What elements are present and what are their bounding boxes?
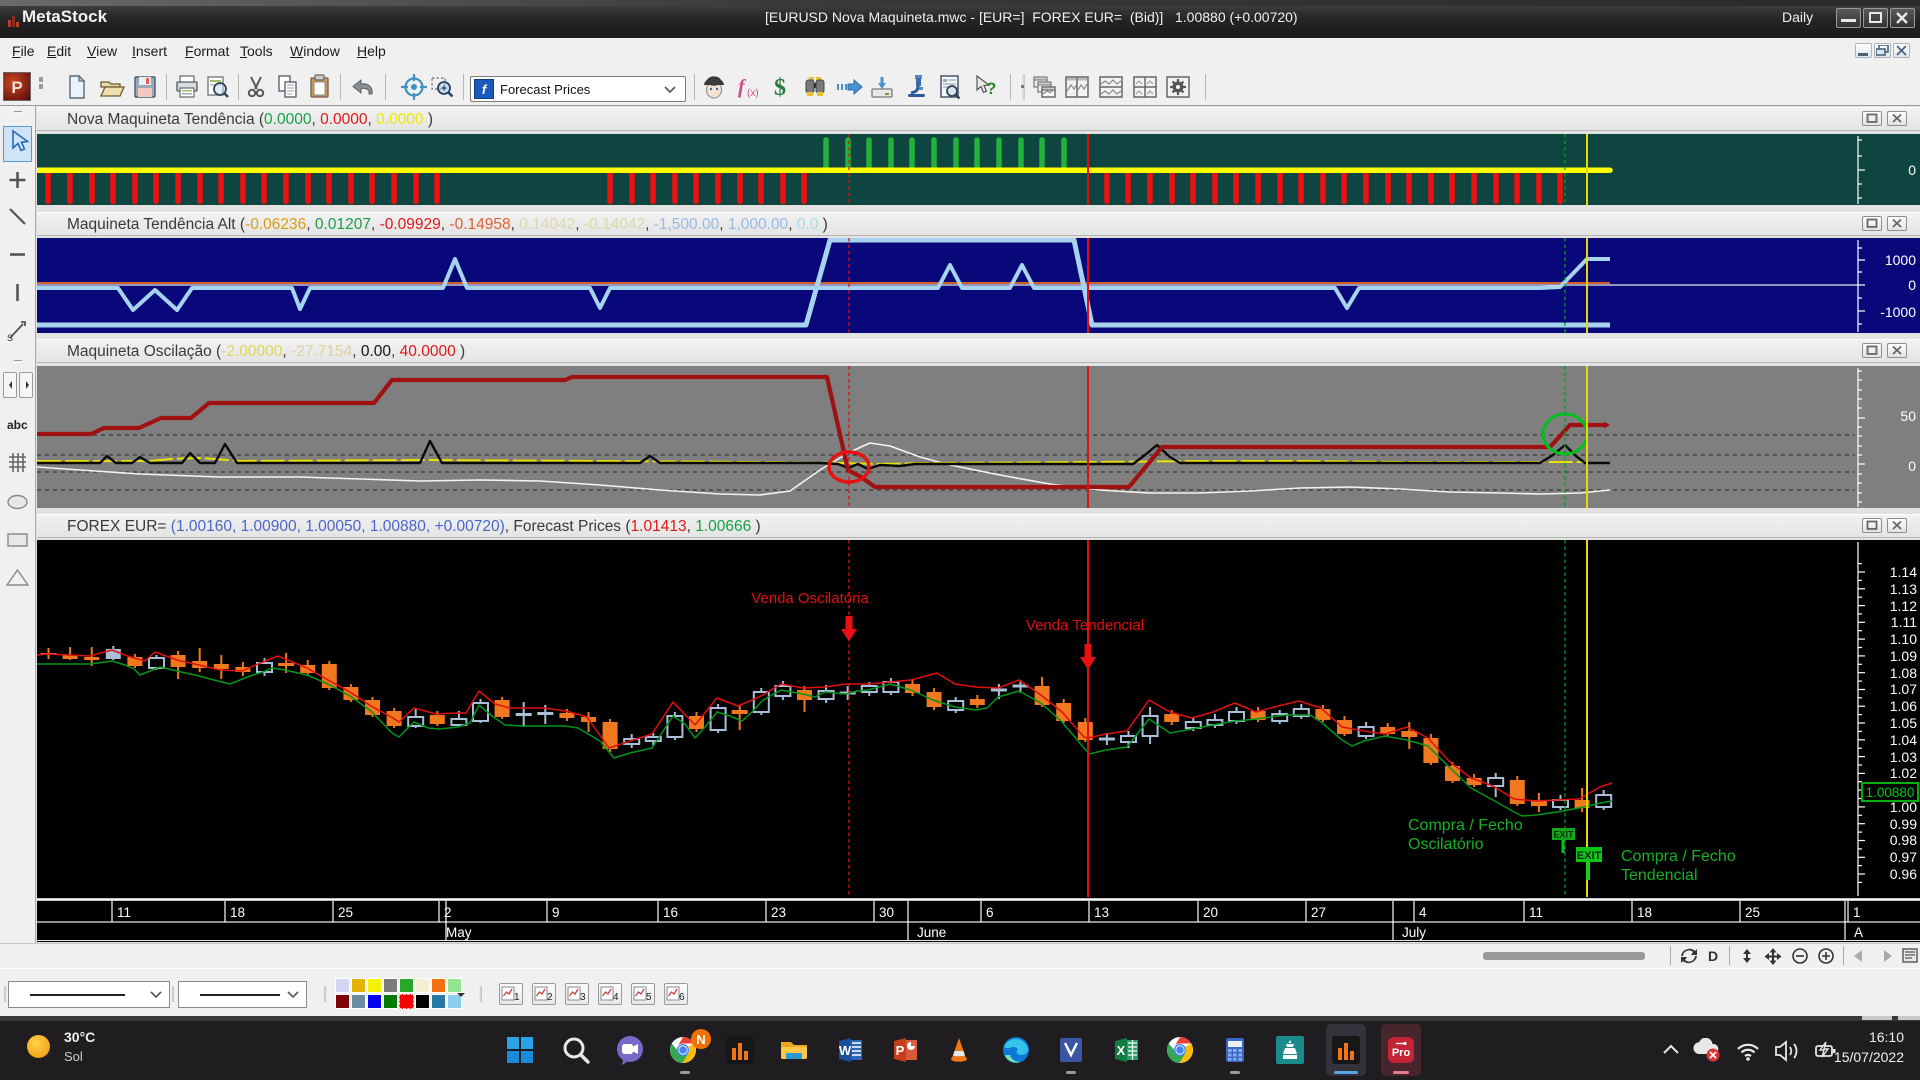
svg-text:25: 25 bbox=[1745, 905, 1760, 920]
svg-text:27: 27 bbox=[1311, 905, 1326, 920]
svg-text:1.13: 1.13 bbox=[1890, 581, 1917, 597]
svg-text:6: 6 bbox=[679, 992, 685, 1003]
svg-text:P: P bbox=[896, 1043, 905, 1058]
svg-text:1.11: 1.11 bbox=[1891, 614, 1917, 630]
svg-text:Compra / Fecho: Compra / Fecho bbox=[1408, 817, 1523, 834]
svg-text:(x): (x) bbox=[747, 88, 759, 99]
svg-text:1.04: 1.04 bbox=[1890, 732, 1917, 748]
svg-text:$: $ bbox=[774, 75, 786, 101]
svg-text:N: N bbox=[696, 1032, 705, 1047]
svg-text:June: June bbox=[917, 925, 946, 940]
svg-text:X: X bbox=[1117, 1043, 1126, 1058]
svg-text:1.09: 1.09 bbox=[1890, 648, 1917, 664]
svg-text:1.12: 1.12 bbox=[1890, 598, 1917, 614]
svg-text:0.97: 0.97 bbox=[1890, 849, 1917, 865]
svg-text:50: 50 bbox=[1900, 408, 1916, 424]
svg-text:9: 9 bbox=[552, 905, 560, 920]
svg-text:f: f bbox=[738, 76, 747, 98]
svg-text:18: 18 bbox=[230, 905, 245, 920]
svg-text:1.07: 1.07 bbox=[1890, 681, 1917, 697]
svg-text:0.96: 0.96 bbox=[1890, 866, 1917, 882]
svg-text:S: S bbox=[7, 333, 13, 343]
svg-text:1.10: 1.10 bbox=[1890, 631, 1917, 647]
svg-text:11: 11 bbox=[117, 905, 131, 920]
svg-text:EXIT: EXIT bbox=[1577, 850, 1602, 862]
svg-text:20: 20 bbox=[1203, 905, 1218, 920]
svg-text:0: 0 bbox=[1908, 162, 1916, 178]
svg-text:11: 11 bbox=[1529, 905, 1543, 920]
svg-text:2: 2 bbox=[444, 905, 452, 920]
svg-text:1.14: 1.14 bbox=[1890, 564, 1917, 580]
svg-text:1.08: 1.08 bbox=[1890, 665, 1917, 681]
svg-text:abc: abc bbox=[7, 418, 28, 432]
svg-text:Venda Tendencial: Venda Tendencial bbox=[1026, 617, 1144, 634]
svg-text:-1000: -1000 bbox=[1880, 304, 1916, 320]
svg-text:2: 2 bbox=[547, 992, 553, 1003]
svg-text:0: 0 bbox=[1908, 277, 1916, 293]
svg-text:1: 1 bbox=[514, 992, 520, 1003]
svg-text:D: D bbox=[1708, 948, 1718, 964]
svg-text:6: 6 bbox=[986, 905, 994, 920]
svg-text:Oscilatório: Oscilatório bbox=[1408, 836, 1484, 853]
svg-text:3: 3 bbox=[580, 992, 586, 1003]
svg-text:1: 1 bbox=[1853, 905, 1861, 920]
svg-text:1.00880: 1.00880 bbox=[1866, 785, 1915, 800]
svg-text:5: 5 bbox=[646, 992, 652, 1003]
svg-text:0: 0 bbox=[1908, 458, 1916, 474]
svg-text:1.05: 1.05 bbox=[1890, 715, 1917, 731]
svg-text:EXIT: EXIT bbox=[1553, 830, 1574, 840]
svg-text:4: 4 bbox=[1419, 905, 1427, 920]
svg-text:Pro: Pro bbox=[1392, 1047, 1411, 1059]
svg-text:May: May bbox=[446, 925, 472, 940]
svg-text:0.98: 0.98 bbox=[1890, 832, 1917, 848]
svg-text:Compra / Fecho: Compra / Fecho bbox=[1621, 848, 1736, 865]
svg-text:23: 23 bbox=[771, 905, 786, 920]
svg-text:4: 4 bbox=[613, 992, 619, 1003]
svg-text:18: 18 bbox=[1637, 905, 1652, 920]
svg-text:13: 13 bbox=[1094, 905, 1109, 920]
svg-text:1000: 1000 bbox=[1885, 252, 1916, 268]
svg-text:?: ? bbox=[986, 79, 996, 98]
svg-text:1.03: 1.03 bbox=[1890, 749, 1917, 765]
svg-text:W: W bbox=[839, 1043, 852, 1058]
svg-text:1.06: 1.06 bbox=[1890, 698, 1917, 714]
svg-text:16: 16 bbox=[663, 905, 678, 920]
svg-text:0.99: 0.99 bbox=[1890, 816, 1917, 832]
svg-text:Venda Oscilatória: Venda Oscilatória bbox=[751, 590, 869, 607]
svg-text:25: 25 bbox=[338, 905, 353, 920]
svg-text:30: 30 bbox=[879, 905, 894, 920]
svg-text:July: July bbox=[1402, 925, 1426, 940]
svg-text:A: A bbox=[1854, 925, 1863, 940]
svg-text:1.02: 1.02 bbox=[1890, 765, 1917, 781]
svg-text:Tendencial: Tendencial bbox=[1621, 867, 1698, 884]
